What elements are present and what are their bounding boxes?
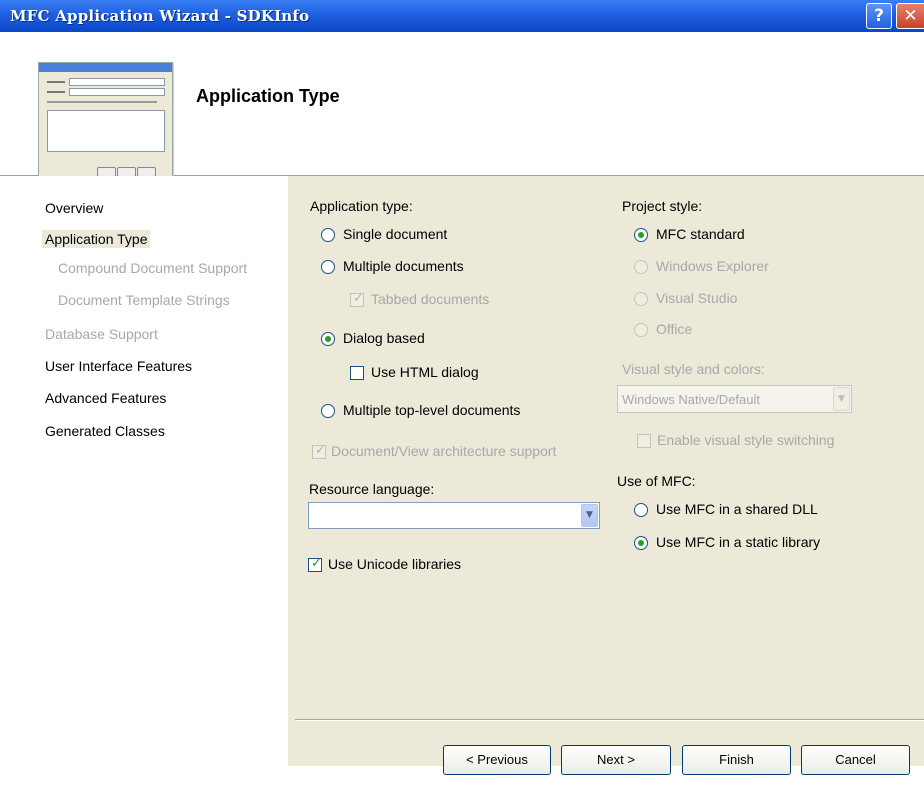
help-icon[interactable]: ? — [866, 3, 892, 29]
tabbed-documents-checkbox: ✓ — [350, 291, 364, 307]
nav-item-overview[interactable]: Overview — [45, 200, 103, 216]
windows-explorer-label: Windows Explorer — [656, 258, 769, 274]
finish-button[interactable]: Finish — [682, 745, 791, 775]
nav-item-application-type[interactable]: Application Type — [42, 230, 151, 248]
mfc-static-library-label[interactable]: Use MFC in a static library — [656, 534, 820, 550]
previous-button[interactable]: < Previous — [443, 745, 551, 775]
chevron-down-icon: ▼ — [833, 387, 850, 411]
nav-item-generated-classes[interactable]: Generated Classes — [45, 423, 165, 439]
single-document-radio[interactable] — [321, 228, 335, 242]
button-separator — [295, 719, 924, 721]
chevron-down-icon[interactable]: ▼ — [581, 504, 598, 527]
mfc-standard-label[interactable]: MFC standard — [656, 226, 745, 242]
windows-explorer-radio — [634, 260, 648, 274]
visual-style-switching-checkbox — [637, 434, 651, 448]
use-unicode-checkbox[interactable]: ✓ — [308, 556, 322, 572]
nav-item-advanced-features[interactable]: Advanced Features — [45, 390, 166, 406]
visual-style-select: Windows Native/Default ▼ — [617, 385, 852, 413]
page-title: Application Type — [196, 86, 340, 106]
office-radio — [634, 323, 648, 337]
resource-language-select[interactable]: ▼ — [308, 502, 600, 529]
docview-support-label: Document/View architecture support — [331, 443, 557, 459]
visual-studio-radio — [634, 292, 648, 306]
cancel-button[interactable]: Cancel — [801, 745, 910, 775]
wizard-nav: Overview Application Type Compound Docum… — [0, 176, 287, 766]
docview-support-checkbox: ✓ — [312, 443, 326, 459]
use-of-mfc-label: Use of MFC: — [617, 473, 696, 489]
wizard-thumbnail-icon — [38, 62, 173, 184]
application-type-label: Application type: — [310, 198, 413, 214]
visual-studio-label: Visual Studio — [656, 290, 738, 306]
wizard-window: MFC Application Wizard - SDKInfo ? ✕ App… — [0, 0, 924, 796]
tabbed-documents-label: Tabbed documents — [371, 291, 490, 307]
use-html-dialog-label[interactable]: Use HTML dialog — [371, 364, 479, 380]
project-style-label: Project style: — [622, 198, 703, 214]
visual-style-value: Windows Native/Default — [622, 392, 760, 407]
single-document-label[interactable]: Single document — [343, 226, 447, 242]
window-title: MFC Application Wizard - SDKInfo — [10, 7, 310, 25]
wizard-header: Application Type — [0, 32, 924, 184]
nav-item-database-support: Database Support — [45, 326, 158, 342]
use-html-dialog-checkbox[interactable] — [350, 366, 364, 380]
visual-style-label: Visual style and colors: — [622, 361, 765, 377]
nav-item-compound-document-support: Compound Document Support — [58, 260, 248, 276]
mfc-shared-dll-label[interactable]: Use MFC in a shared DLL — [656, 501, 818, 517]
title-bar[interactable]: MFC Application Wizard - SDKInfo ? ✕ — [0, 0, 924, 32]
multiple-top-level-label[interactable]: Multiple top-level documents — [343, 402, 520, 418]
nav-item-document-template-strings: Document Template Strings — [58, 292, 230, 308]
visual-style-switching-label: Enable visual style switching — [657, 432, 835, 448]
multiple-top-level-radio[interactable] — [321, 404, 335, 418]
use-unicode-label[interactable]: Use Unicode libraries — [328, 556, 461, 572]
dialog-based-label[interactable]: Dialog based — [343, 330, 425, 346]
office-label: Office — [656, 321, 693, 337]
multiple-documents-radio[interactable] — [321, 260, 335, 274]
mfc-shared-dll-radio[interactable] — [634, 503, 648, 517]
nav-item-user-interface-features[interactable]: User Interface Features — [45, 358, 192, 374]
dialog-based-radio[interactable] — [321, 332, 335, 346]
resource-language-label: Resource language: — [309, 481, 435, 497]
mfc-static-library-radio[interactable] — [634, 536, 648, 550]
next-button[interactable]: Next > — [561, 745, 671, 775]
multiple-documents-label[interactable]: Multiple documents — [343, 258, 464, 274]
close-icon[interactable]: ✕ — [896, 3, 924, 29]
mfc-standard-radio[interactable] — [634, 228, 648, 242]
